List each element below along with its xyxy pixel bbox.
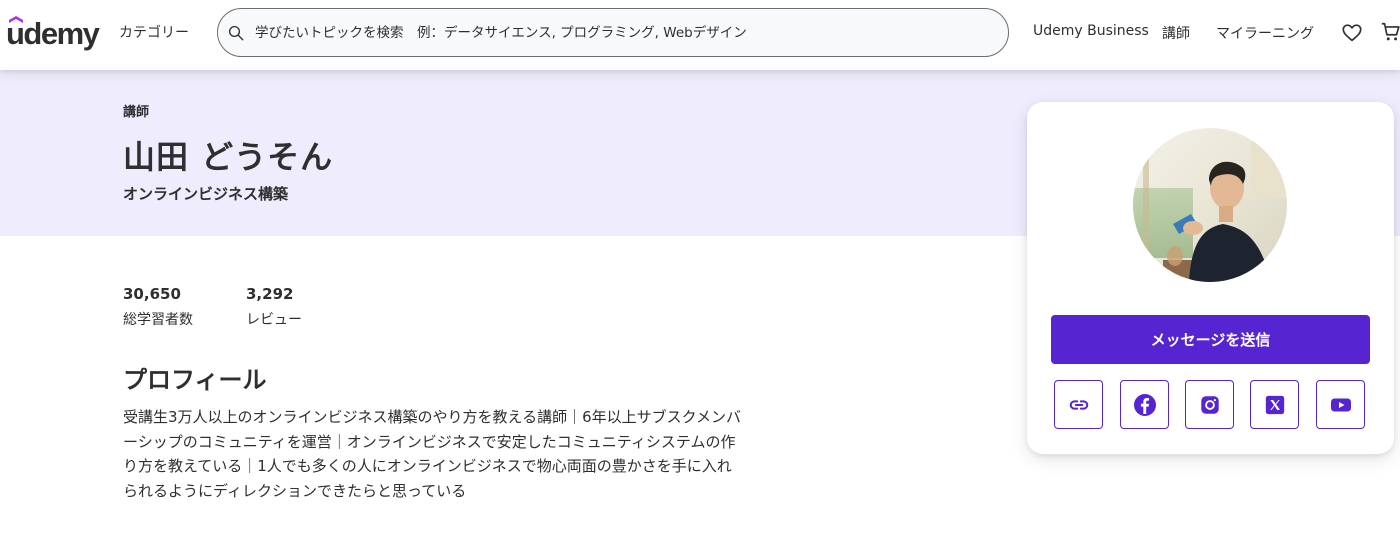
role-label: 講師 bbox=[123, 105, 150, 120]
stat-label: レビュー bbox=[246, 312, 302, 328]
instagram-link-button[interactable] bbox=[1185, 380, 1234, 429]
facebook-icon bbox=[1133, 393, 1156, 416]
categories-menu[interactable]: カテゴリー bbox=[119, 22, 189, 42]
instructor-side-card: メッセージを送信 bbox=[1027, 102, 1394, 454]
send-message-button[interactable]: メッセージを送信 bbox=[1051, 315, 1370, 364]
instructor-name: 山田 どうそん bbox=[123, 138, 334, 176]
website-link-button[interactable] bbox=[1054, 380, 1103, 429]
link-icon bbox=[1069, 399, 1088, 410]
youtube-icon bbox=[1330, 398, 1351, 411]
profile-description: 受講生3万人以上のオンラインビジネス構築のやり方を教える講師｜6年以上サブスクメ… bbox=[123, 408, 742, 500]
heart-icon[interactable] bbox=[1341, 22, 1363, 44]
stat-value: 30,650 bbox=[123, 285, 181, 303]
my-learning-link[interactable]: マイラーニング bbox=[1216, 23, 1314, 43]
udemy-business-link[interactable]: Udemy Business bbox=[1033, 23, 1149, 39]
logo-wordmark: udemy bbox=[6, 16, 100, 51]
instagram-icon bbox=[1200, 395, 1219, 414]
cart-icon[interactable] bbox=[1380, 21, 1400, 43]
instructor-headline: オンラインビジネス構築 bbox=[123, 185, 289, 203]
avatar-photo bbox=[1133, 128, 1287, 282]
x-icon bbox=[1265, 395, 1284, 414]
instructor-link[interactable]: 講師 bbox=[1162, 23, 1190, 43]
facebook-link-button[interactable] bbox=[1120, 380, 1169, 429]
top-navigation-bar: udemy カテゴリー Udemy Business 講師 マイラーニング bbox=[0, 0, 1400, 70]
search-input[interactable] bbox=[255, 9, 995, 56]
udemy-logo[interactable]: udemy bbox=[6, 14, 102, 54]
x-link-button[interactable] bbox=[1250, 380, 1299, 429]
stat-value: 3,292 bbox=[246, 285, 294, 303]
search-icon[interactable] bbox=[227, 24, 245, 42]
avatar bbox=[1133, 128, 1287, 282]
stat-label: 総学習者数 bbox=[123, 312, 193, 328]
youtube-link-button[interactable] bbox=[1316, 380, 1365, 429]
search-bar bbox=[217, 8, 1009, 57]
profile-heading: プロフィール bbox=[123, 366, 267, 394]
